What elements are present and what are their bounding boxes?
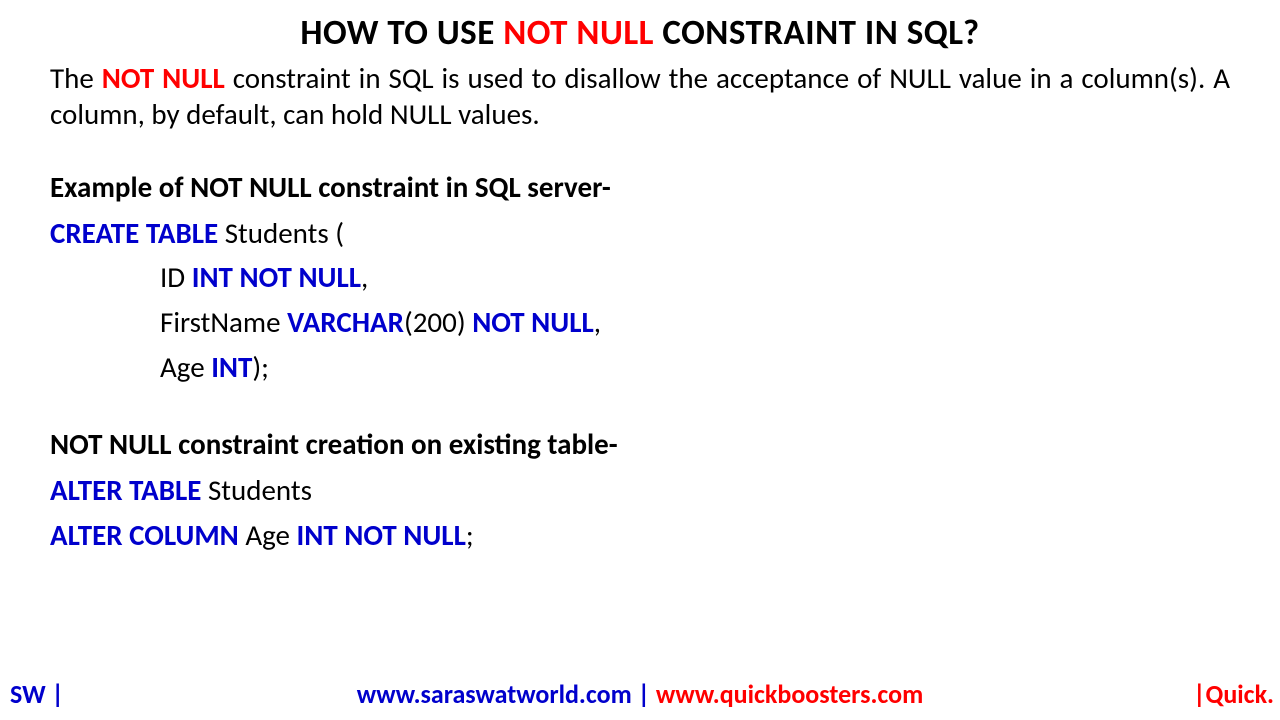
footer: SW | www.saraswatworld.com | www.quickbo…: [0, 678, 1280, 710]
code-text: ,: [361, 259, 368, 295]
example2-heading: NOT NULL constraint creation on existing…: [50, 426, 1230, 462]
intro-seg1: The: [50, 60, 102, 96]
keyword-create-table: CREATE TABLE: [50, 215, 218, 251]
title-prefix: HOW TO USE: [300, 12, 503, 54]
title-highlight: NOT NULL: [503, 12, 654, 54]
example1-heading: Example of NOT NULL constraint in SQL se…: [50, 169, 1230, 205]
footer-center: www.saraswatworld.com | www.quickbooster…: [0, 678, 1280, 710]
code-text: Students (: [218, 215, 344, 251]
code-line: ALTER COLUMN Age INT NOT NULL;: [50, 513, 1230, 558]
code-line: ID INT NOT NULL,: [50, 255, 1230, 300]
footer-link-1[interactable]: www.saraswatworld.com: [357, 678, 632, 710]
code-text: );: [252, 349, 269, 385]
intro-highlight: NOT NULL: [102, 60, 225, 96]
code-line: FirstName VARCHAR(200) NOT NULL,: [50, 300, 1230, 345]
code-text: Students: [201, 472, 312, 508]
footer-separator: |: [632, 678, 656, 710]
keyword-varchar: VARCHAR: [287, 304, 404, 340]
code-line: Age INT);: [50, 345, 1230, 390]
intro-seg2: constraint in SQL is used to disallow th…: [50, 60, 1230, 132]
footer-left: SW |: [10, 678, 64, 710]
title-suffix: CONSTRAINT IN SQL?: [654, 12, 980, 54]
keyword-int: INT: [211, 349, 252, 385]
footer-right: |Quick.: [1193, 678, 1274, 710]
code-line: ALTER TABLE Students: [50, 468, 1230, 513]
code-text: ,: [594, 304, 601, 340]
code-text: (200): [404, 304, 472, 340]
keyword-int-notnull: INT NOT NULL: [192, 259, 361, 295]
code-text: Age: [160, 349, 211, 385]
code-text: Age: [239, 517, 297, 553]
keyword-alter-table: ALTER TABLE: [50, 472, 201, 508]
footer-link-2[interactable]: www.quickboosters.com: [656, 678, 923, 710]
example1-code: CREATE TABLE Students ( ID INT NOT NULL,…: [50, 211, 1230, 391]
code-line: CREATE TABLE Students (: [50, 211, 1230, 256]
keyword-int-notnull: INT NOT NULL: [297, 517, 466, 553]
intro-paragraph: The NOT NULL constraint in SQL is used t…: [50, 60, 1230, 133]
keyword-alter-column: ALTER COLUMN: [50, 517, 239, 553]
example2-code: ALTER TABLE Students ALTER COLUMN Age IN…: [50, 468, 1230, 558]
keyword-notnull: NOT NULL: [472, 304, 594, 340]
document-body: HOW TO USE NOT NULL CONSTRAINT IN SQL? T…: [0, 0, 1280, 558]
code-text: ;: [466, 517, 474, 553]
page-title: HOW TO USE NOT NULL CONSTRAINT IN SQL?: [50, 12, 1230, 54]
code-text: ID: [160, 259, 192, 295]
code-text: FirstName: [160, 304, 287, 340]
